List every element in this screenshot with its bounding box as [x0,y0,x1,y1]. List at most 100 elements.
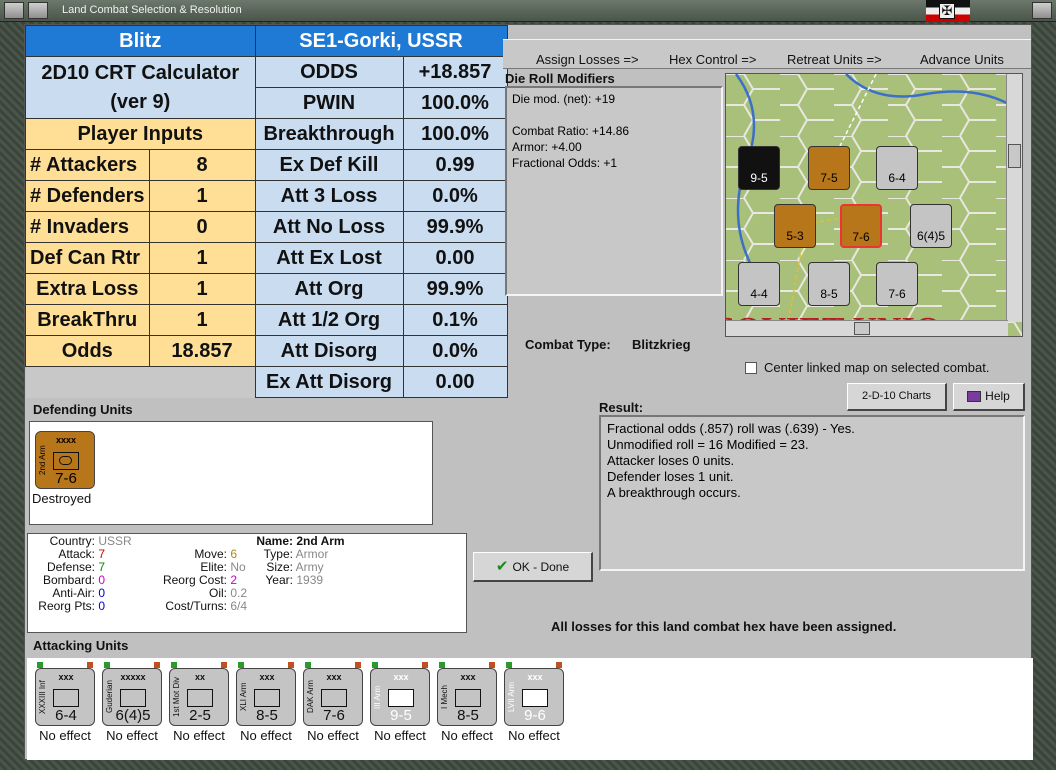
unit-value: 7-6 [55,470,77,487]
attacking-units-title: Attacking Units [33,638,129,653]
scroll-thumb[interactable] [1008,144,1021,168]
input-value: 0 [148,211,256,243]
result-label: Ex Att Disorg [254,366,404,398]
result-line: Attacker loses 0 units. [607,453,735,468]
ok-done-button[interactable]: ✔ OK - Done [473,552,593,582]
result-label: Breakthrough [254,118,404,150]
scroll-thumb[interactable] [854,322,870,335]
input-label: Odds [25,335,150,367]
attacking-unit-status: No effect [39,728,91,743]
empty-cell [25,366,255,398]
map-unit-counter[interactable]: 8-5 [808,262,850,306]
result-label: Att Ex Lost [254,242,404,274]
map-unit-counter[interactable]: 7-6 [840,204,882,248]
window-title: Land Combat Selection & Resolution [62,4,242,16]
result-line: Defender loses 1 unit. [607,469,734,484]
attacking-unit-counter[interactable]: xxxxx Guderian 6(4)5 [102,668,162,726]
map-unit-counter[interactable]: 9-5 [738,146,780,190]
status-dot-icon [221,662,227,668]
center-map-label[interactable]: Center linked map on selected combat. [764,360,989,375]
info-value: No [230,560,246,574]
calc-title-text: 2D10 CRT Calculator [41,61,240,84]
result-value: 0.0% [402,180,508,212]
charts-button[interactable]: 2-D-10 Charts [847,383,947,411]
map-vertical-scrollbar[interactable] [1006,74,1022,322]
map-unit-counter[interactable]: 4-4 [738,262,780,306]
result-line: A breakthrough occurs. [607,485,741,500]
input-label: Def Can Rtr [25,242,150,274]
unit-symbol-icon [120,689,146,707]
map-unit-counter[interactable]: 6-4 [876,146,918,190]
info-value: 0 [98,573,106,587]
info-key: Reorg Pts: [38,599,95,613]
die-mod-line [512,107,716,123]
retreat-units-step[interactable]: Retreat Units => [787,52,882,67]
attacking-unit-counter[interactable]: xxx XLI Arm 8-5 [236,668,296,726]
map-unit-value: 4-4 [750,287,768,301]
input-value: 1 [148,304,256,336]
map-horizontal-scrollbar[interactable] [726,320,1008,336]
attacking-unit-counter[interactable]: xxx XXXIII Inf 6-4 [35,668,95,726]
combat-map[interactable]: SOVIET UNIO 9-5 7-5 6-4 5-3 7-6 6(4)5 4-… [725,73,1023,337]
result-value: 100.0% [402,118,508,150]
result-value: 99.9% [402,273,508,305]
losses-assigned-message: All losses for this land combat hex have… [551,619,897,634]
input-label: Extra Loss [25,273,150,305]
input-value: 1 [148,180,256,212]
hex-control-step[interactable]: Hex Control => [669,52,756,67]
unit-value: 8-5 [457,707,479,724]
center-map-checkbox[interactable] [745,362,757,374]
attacking-unit-counter[interactable]: xxx LVII Arm 9-6 [504,668,564,726]
input-value: 18.857 [148,335,256,367]
map-unit-counter[interactable]: 5-3 [774,204,816,248]
map-unit-value: 7-5 [820,171,838,185]
attacking-unit-status: No effect [508,728,560,743]
map-unit-counter[interactable]: 7-5 [808,146,850,190]
armor-symbol-icon [53,452,79,470]
status-dot-icon [556,662,562,668]
window-button[interactable] [28,2,48,19]
map-unit-counter[interactable]: 6(4)5 [910,204,952,248]
attacking-unit-status: No effect [441,728,493,743]
attacking-unit-status: No effect [173,728,225,743]
info-value: USSR [98,534,132,548]
map-unit-value: 7-6 [888,287,906,301]
combat-type-value: Blitzkrieg [632,337,691,352]
unit-value: 6(4)5 [115,707,151,724]
die-roll-modifiers-box: Die mod. (net): +19 Combat Ratio: +14.86… [505,86,723,296]
die-mod-line: Fractional Odds: +1 [512,156,618,170]
input-label: BreakThru [25,304,150,336]
attacking-unit-counter[interactable]: xxx DAK Arm 7-6 [303,668,363,726]
input-value: 1 [148,273,256,305]
system-menu-button[interactable] [4,2,24,19]
advance-units-step[interactable]: Advance Units [920,52,1004,67]
input-value: 1 [148,242,256,274]
calc-version: (ver 9) [110,90,171,113]
close-button[interactable] [1032,2,1052,19]
assign-losses-step[interactable]: Assign Losses => [536,52,639,67]
attacking-unit-counter[interactable]: xxx I Mech 8-5 [437,668,497,726]
blitz-header: Blitz [25,25,256,57]
map-unit-counter[interactable]: 7-6 [876,262,918,306]
die-roll-modifiers-title: Die Roll Modifiers [505,71,615,86]
unit-symbol-icon [321,689,347,707]
info-value: 7 [98,547,106,561]
result-label: Ex Def Kill [254,149,404,181]
defending-unit-counter[interactable]: xxxx 2nd Arm 7-6 [35,431,95,489]
attacking-unit-counter[interactable]: xxx III Arm 9-5 [370,668,430,726]
unit-symbol-icon [455,689,481,707]
info-value: 1939 [296,573,324,587]
attacking-unit-counter[interactable]: xx 1st Mot Div 2-5 [169,668,229,726]
result-value: 0.0% [402,335,508,367]
unit-info-middle: Move: 6 Elite: No Reorg Cost: 2 Oil: 0.2… [145,548,247,613]
help-button-label: Help [985,389,1010,403]
die-mod-line: Die mod. (net): +19 [512,92,616,106]
status-dot-icon [305,662,311,668]
attacking-unit-status: No effect [307,728,359,743]
result-label: Att 1/2 Org [254,304,404,336]
info-value: 6 [230,547,238,561]
help-button[interactable]: Help [953,383,1025,411]
title-bar[interactable]: Land Combat Selection & Resolution ✠ [0,0,1056,22]
info-value: 0 [98,586,106,600]
player-inputs-header: Player Inputs [25,118,256,150]
